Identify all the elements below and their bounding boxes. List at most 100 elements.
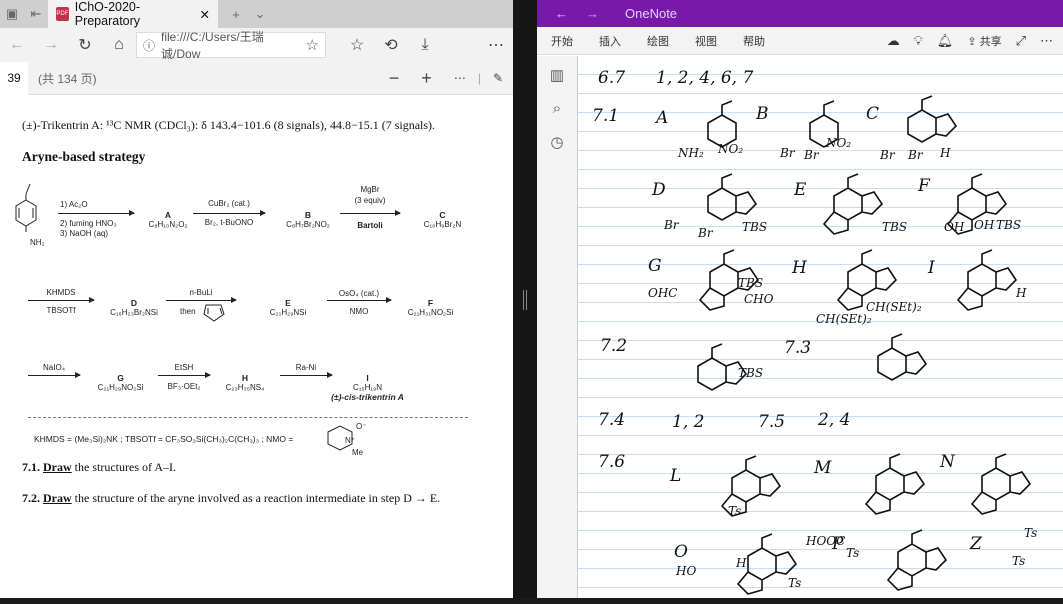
tab-bar: ▣ ⇤ PDF IChO-2020-Preparatory ✕ + ⌄ (0, 0, 513, 28)
pdf-toolbar: 39 (共 134 页) − + ⋯ | ✎ (0, 61, 513, 95)
compound-F: F C₂₁H₃₁NO₂Si (398, 298, 463, 317)
handwritten-substituent: Ts (1012, 554, 1026, 568)
arrow-3 (340, 210, 401, 216)
browser-window: ▣ ⇤ PDF IChO-2020-Preparatory ✕ + ⌄ ← → … (0, 0, 513, 598)
back-icon[interactable]: ← (0, 36, 34, 54)
handwritten-substituent: H (1016, 286, 1027, 300)
forward-icon[interactable]: → (586, 6, 599, 21)
tab-insert[interactable]: 插入 (599, 33, 621, 49)
tab-preview-icon[interactable]: ▣ (0, 6, 24, 22)
section-heading: Aryne-based strategy (22, 149, 146, 164)
pin-icon[interactable]: ✎ (493, 71, 503, 85)
label-H: H (792, 258, 807, 278)
reagent-3b: (3 equiv) (354, 196, 386, 205)
reagent-2a: CuBr₂ (cat.) (208, 199, 250, 208)
nmo-me: Me (352, 448, 364, 457)
dashed-divider (28, 417, 468, 418)
close-tab-icon[interactable]: ✕ (200, 7, 210, 22)
download-icon[interactable]: ⤓ (408, 36, 442, 54)
history-icon[interactable]: ⟲ (374, 35, 408, 55)
label-F: F (427, 298, 434, 308)
notebooks-icon[interactable]: ▥ (550, 66, 564, 84)
onenote-window: ← → OneNote 开始 插入 绘图 视图 帮助 ☁ 💡︎ 🔔︎ ⇪ 共享 … (537, 0, 1063, 598)
structure-stroke (886, 529, 948, 591)
arrow-4 (28, 297, 95, 303)
divider-grip[interactable] (523, 290, 527, 310)
share-label: 共享 (979, 35, 1002, 48)
label-I: I (366, 373, 369, 383)
address-text[interactable]: file:///C:/Users/王瑞诚/Dow (161, 28, 300, 62)
label-G: G (117, 373, 124, 383)
handwritten-structure (886, 529, 948, 591)
ethylaniline-structure (15, 183, 37, 232)
arrow-8 (158, 372, 211, 378)
structure-stroke (956, 249, 1018, 311)
address-bar[interactable]: ⓘ file:///C:/Users/王瑞诚/Dow ☆ (136, 30, 326, 61)
bell-icon[interactable]: 🔔︎ (937, 33, 954, 49)
label-B: B (304, 210, 312, 220)
formula-A: C₈H₁₀N₂O₂ (148, 220, 188, 229)
sync-icon[interactable]: ☁ (887, 33, 900, 49)
home-icon[interactable]: ⌂ (102, 36, 136, 54)
note-page[interactable]: 6.7 1, 2, 4, 6, 7 7.1 A B C D E F G H I … (578, 56, 1063, 598)
tab-title: IChO-2020-Preparatory (74, 0, 141, 28)
set-aside-tabs-icon[interactable]: ⇤ (24, 6, 48, 22)
fullscreen-icon[interactable]: ⤢ (1016, 33, 1026, 49)
handwritten-substituent: Br (804, 148, 819, 162)
back-icon[interactable]: ← (555, 6, 568, 21)
note-7-5: 7.5 (758, 412, 786, 432)
share-button[interactable]: ⇪ 共享 (967, 33, 1001, 49)
note-7-3: 7.3 (784, 338, 812, 358)
pdf-page: (±)-Trikentrin A: ¹³C NMR (CDCl₃): δ 143… (0, 96, 513, 598)
formula-B: C₈H₇Br₂NO₂ (286, 220, 330, 229)
more-icon[interactable]: ⋯ (454, 71, 466, 85)
handwritten-structure (707, 100, 737, 148)
reagent-5a: n-BuLi (189, 288, 213, 297)
tab-view[interactable]: 视图 (695, 33, 717, 49)
zoom-out-icon[interactable]: − (389, 68, 400, 89)
info-icon[interactable]: ⓘ (143, 37, 155, 54)
tab-home[interactable]: 开始 (551, 33, 573, 49)
nh2-label: NH₂ (30, 238, 45, 247)
lightbulb-icon[interactable]: 💡︎ (914, 33, 923, 49)
pdf-icon: PDF (56, 7, 69, 21)
more-icon[interactable]: ⋯ (479, 35, 513, 55)
note-6-7: 6.7 (598, 68, 626, 88)
arrow-5 (166, 297, 237, 303)
structure-stroke (822, 173, 884, 235)
tab-help[interactable]: 帮助 (743, 33, 765, 49)
handwritten-structure (720, 455, 782, 517)
search-icon[interactable]: ⌕ (553, 100, 561, 117)
q72-text: the structure of the aryne involved as a… (74, 491, 441, 505)
label-H: H (241, 373, 249, 383)
split-divider[interactable] (513, 0, 537, 598)
reagent-4b: TBSOTf (46, 306, 76, 315)
handwritten-substituent: TBS (996, 218, 1022, 232)
new-tab-icon[interactable]: + (224, 7, 248, 22)
refresh-icon[interactable]: ↻ (68, 35, 102, 55)
handwritten-substituent: NO₂ (718, 142, 744, 156)
zoom-in-icon[interactable]: + (421, 68, 432, 89)
handwritten-substituent: OH (944, 220, 965, 234)
tab-draw[interactable]: 绘图 (647, 33, 669, 49)
favorites-icon[interactable]: ☆ (340, 35, 374, 55)
compound-D: D C₁₆H₂₃Br₂NSi (100, 298, 168, 317)
tab-list-chevron-icon[interactable]: ⌄ (248, 6, 272, 22)
favorite-star-icon[interactable]: ☆ (306, 36, 319, 54)
note-7-6: 7.6 (598, 452, 626, 472)
nav-bar: ← → ↻ ⌂ ⓘ file:///C:/Users/王瑞诚/Dow ☆ ☆ ⟲… (0, 28, 513, 62)
forward-icon[interactable]: → (34, 36, 68, 54)
handwritten-structure (970, 453, 1032, 515)
more-icon[interactable]: ⋯ (1040, 33, 1053, 49)
tab-pdf[interactable]: PDF IChO-2020-Preparatory ✕ (48, 0, 218, 28)
recent-clock-icon[interactable]: ◷ (550, 133, 563, 151)
cyclopentadiene-structure (203, 304, 225, 322)
question-7-1: 7.1. Draw the structures of A–I. (22, 460, 176, 475)
page-number-input[interactable]: 39 (0, 61, 28, 95)
reagent-4a: KHMDS (46, 288, 76, 297)
note-7-2: 7.2 (600, 336, 628, 356)
handwritten-substituent: HO (676, 564, 697, 578)
handwritten-substituent: NH₂ (678, 146, 704, 160)
note-7-4-answer: 1, 2 (672, 412, 705, 432)
nmo-n: N⁺ (345, 436, 355, 445)
